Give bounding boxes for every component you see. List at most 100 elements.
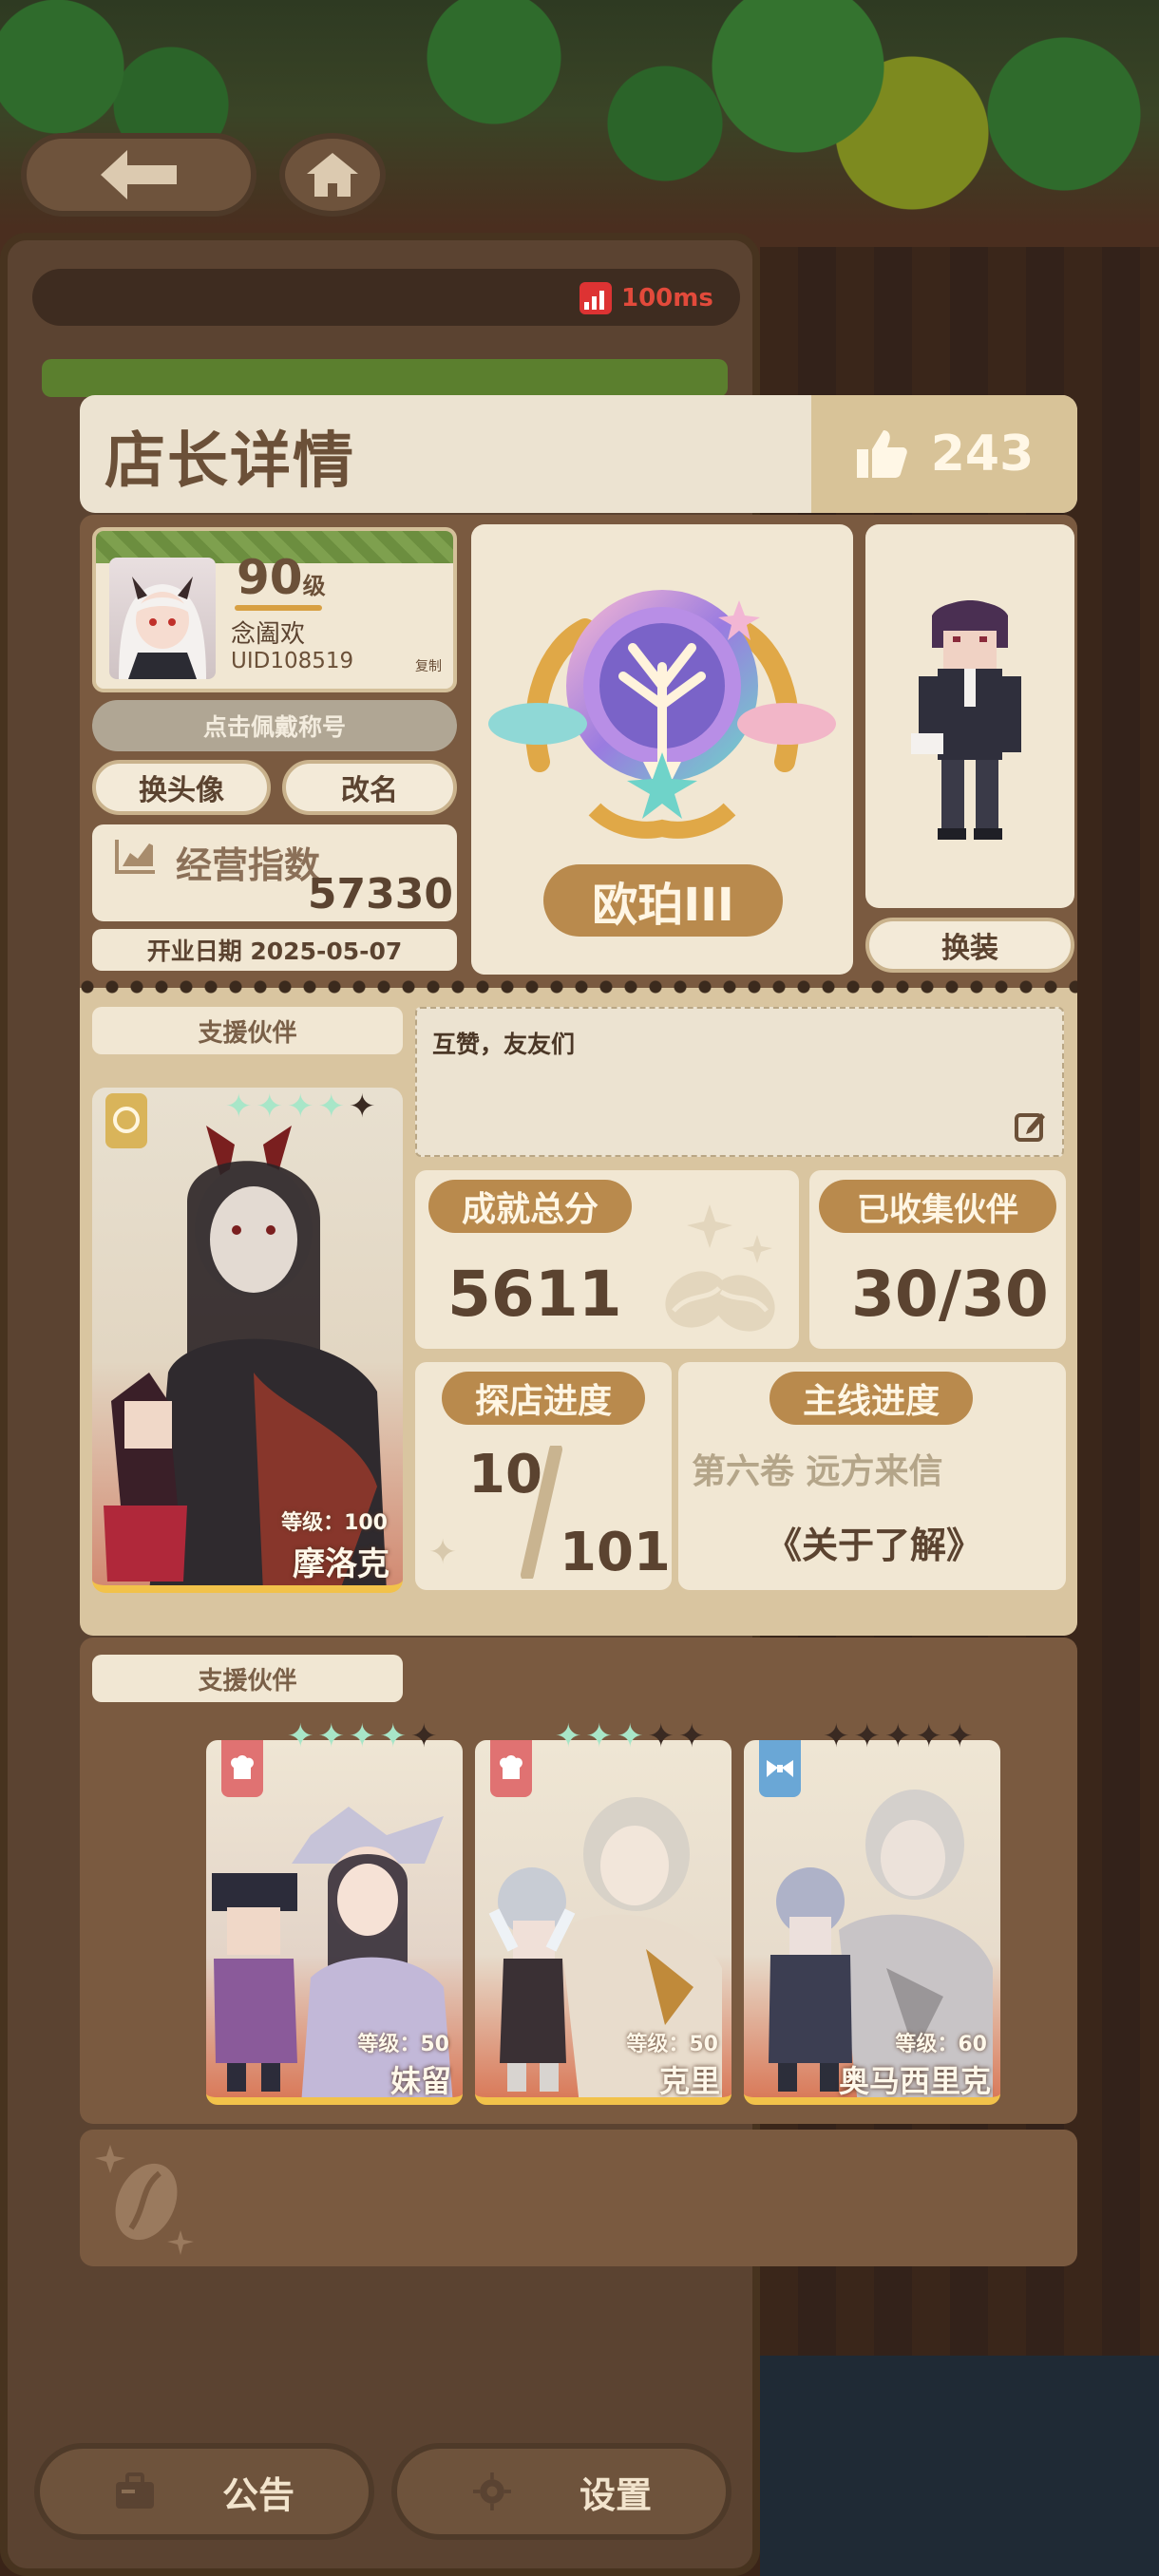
like-button[interactable]: 243: [811, 395, 1077, 513]
star-icon: ✦: [379, 1717, 408, 1755]
coffee-bean-icon: [95, 2145, 194, 2255]
support-partner-card[interactable]: 等级：50 妹留: [206, 1740, 463, 2105]
star-icon: ✦: [256, 1088, 284, 1126]
achievement-card: 成就总分 5611: [415, 1170, 799, 1349]
achievement-value: 5611: [447, 1258, 622, 1331]
achievement-label: 成就总分: [428, 1180, 632, 1233]
partner-level: 等级：100: [281, 1511, 388, 1535]
level-number: 90: [237, 550, 303, 605]
business-index-value: 57330: [307, 870, 453, 919]
page-title: 店长详情: [104, 426, 355, 497]
character-preview: [865, 524, 1074, 908]
main-support-partner-card[interactable]: ✦ ✦ ✦ ✦ ✦ 等级：100 摩洛克: [92, 1088, 403, 1593]
change-outfit-button[interactable]: 换装: [865, 918, 1074, 973]
message-board[interactable]: 互赞，友友们: [415, 1007, 1064, 1157]
collected-partners-value: 30/30: [851, 1258, 1049, 1331]
main-quest-card: 主线进度 第六卷 远方来信 《关于了解》: [678, 1362, 1066, 1590]
partner-stars: ✦ ✦ ✦ ✦ ✦: [555, 1717, 706, 1755]
star-icon: ✦: [287, 1717, 314, 1755]
sparkle-icon: ✦: [428, 1533, 458, 1572]
avatar-portrait: [119, 577, 206, 679]
player-level: 90级: [237, 550, 326, 605]
character-sprite: [911, 600, 1021, 840]
change-avatar-button[interactable]: 换头像: [92, 760, 271, 815]
partner-name: 妹留: [390, 2063, 451, 2099]
star-empty-icon: ✦: [410, 1717, 438, 1755]
star-empty-icon: ✦: [823, 1717, 850, 1755]
chart-icon: [115, 840, 155, 874]
home-icon: [307, 153, 358, 197]
notice-label: 公告: [221, 2473, 294, 2516]
explore-progress-card: 探店进度 10 101 ✦: [415, 1362, 672, 1590]
gear-icon: [472, 2472, 511, 2510]
player-nickname: 念阖欢: [231, 620, 306, 649]
collected-partners-label: 已收集伙伴: [819, 1180, 1056, 1233]
level-underline: [235, 605, 322, 611]
partner-name: 奥马西里克: [838, 2063, 991, 2099]
star-empty-icon: ✦: [349, 1088, 376, 1126]
level-unit: 级: [302, 573, 326, 599]
partner-stars: ✦ ✦ ✦ ✦ ✦: [287, 1717, 438, 1755]
player-uid: UID108519: [231, 649, 354, 673]
star-icon: ✦: [585, 1717, 614, 1755]
ping-value: 100ms: [621, 284, 713, 313]
rank-badge-name: 欧珀III: [543, 864, 783, 937]
support-partners-list-label: 支援伙伴: [92, 1655, 403, 1702]
settings-button[interactable]: 设置: [391, 2443, 732, 2540]
settings-label: 设置: [579, 2473, 652, 2516]
partner-name: 克里: [658, 2063, 720, 2099]
underlying-green-bar: [42, 359, 728, 397]
star-empty-icon: ✦: [946, 1717, 974, 1755]
network-ping: 100ms: [580, 277, 713, 319]
star-icon: ✦: [349, 1717, 376, 1755]
star-empty-icon: ✦: [678, 1717, 706, 1755]
briefcase-icon: [115, 2472, 154, 2509]
back-button[interactable]: [21, 133, 256, 217]
partner-stars: ✦ ✦ ✦ ✦ ✦: [225, 1088, 376, 1126]
copy-uid-button[interactable]: 复制: [415, 656, 442, 675]
star-empty-icon: ✦: [853, 1717, 882, 1755]
wear-title-button[interactable]: 点击佩戴称号: [92, 700, 457, 751]
coffee-bean-icon: [665, 1204, 775, 1332]
partner-name: 摩洛克: [293, 1545, 390, 1583]
edit-icon[interactable]: [1015, 1109, 1047, 1142]
rename-button[interactable]: 改名: [282, 760, 457, 815]
partner-level: 等级：50: [626, 2033, 718, 2056]
notice-button[interactable]: 公告: [34, 2443, 374, 2540]
partner-level: 等级：50: [357, 2033, 449, 2056]
profile-card: 90级 念阖欢 UID108519 复制: [92, 527, 457, 692]
support-partner-card[interactable]: 等级：60 奥马西里克: [744, 1740, 1000, 2105]
main-quest-chapter: 第六卷 远方来信: [692, 1452, 943, 1491]
star-empty-icon: ✦: [884, 1717, 912, 1755]
star-icon: ✦: [225, 1088, 253, 1126]
star-empty-icon: ✦: [915, 1717, 943, 1755]
star-icon: ✦: [317, 1717, 346, 1755]
collected-partners-card: 已收集伙伴 30/30: [809, 1170, 1066, 1349]
partner-stars: ✦ ✦ ✦ ✦ ✦: [823, 1717, 974, 1755]
main-quest-label: 主线进度: [770, 1372, 973, 1425]
explore-progress-label: 探店进度: [442, 1372, 645, 1425]
star-empty-icon: ✦: [647, 1717, 675, 1755]
business-index-label: 经营指数: [176, 844, 321, 886]
like-count: 243: [930, 426, 1035, 483]
ticket-divider: [80, 980, 1077, 994]
thumbs-up-icon: [856, 430, 907, 478]
support-partner-label: 支援伙伴: [92, 1007, 403, 1054]
explore-total: 101: [560, 1522, 671, 1583]
slash-divider: [521, 1446, 562, 1579]
star-icon: ✦: [617, 1717, 644, 1755]
home-button[interactable]: [279, 133, 386, 217]
owner-details-header: 店长详情 243: [80, 395, 1077, 513]
main-quest-name: 《关于了解》: [766, 1525, 983, 1566]
avatar[interactable]: [109, 558, 216, 679]
message-text: 互赞，友友们: [432, 1031, 576, 1058]
floor-background: [760, 2356, 1159, 2576]
star-icon: ✦: [317, 1088, 346, 1126]
support-partner-card[interactable]: 等级：50 克里: [475, 1740, 732, 2105]
partner-level: 等级：60: [895, 2033, 987, 2056]
star-icon: ✦: [555, 1717, 582, 1755]
open-date: 开业日期 2025-05-07: [92, 929, 457, 971]
business-index-card: 经营指数 57330: [92, 824, 457, 921]
decoration-strip: [80, 2130, 1077, 2266]
signal-icon: [580, 282, 612, 314]
